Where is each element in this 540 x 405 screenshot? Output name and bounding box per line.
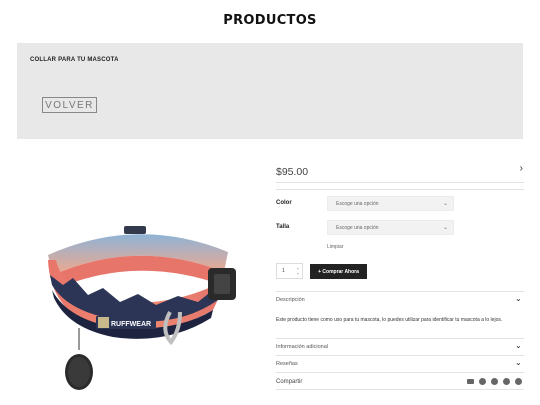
- pinterest-icon[interactable]: [515, 378, 522, 385]
- page-title: PRODUCTOS: [223, 13, 317, 28]
- banner-title: COLLAR PARA TU MASCOTA: [30, 57, 119, 63]
- accordion-description-title[interactable]: Descripción: [276, 297, 305, 303]
- color-select[interactable]: Escoge una opción ⌄: [327, 196, 454, 211]
- chevron-down-icon[interactable]: ⌄: [515, 341, 522, 350]
- divider: [276, 338, 524, 339]
- instagram-icon[interactable]: [503, 378, 510, 385]
- divider: [276, 372, 524, 373]
- buy-now-button[interactable]: + Comprar Ahora: [310, 264, 367, 279]
- chevron-down-icon[interactable]: ⌄: [515, 358, 522, 367]
- twitter-icon[interactable]: [491, 378, 498, 385]
- chevron-down-icon[interactable]: ⌄: [515, 294, 522, 303]
- divider: [276, 389, 524, 390]
- quantity-stepper[interactable]: 1 ˄ ˅: [276, 263, 303, 279]
- divider: [276, 355, 524, 356]
- product-price: $95.00: [276, 166, 309, 178]
- share-label: Compartir: [276, 379, 303, 385]
- accordion-additional-title[interactable]: Información adicional: [276, 344, 328, 350]
- mail-icon[interactable]: [467, 379, 474, 384]
- facebook-icon[interactable]: [479, 378, 486, 385]
- back-button[interactable]: VOLVER: [42, 97, 97, 113]
- brand-label: RUFFWEAR: [111, 321, 151, 328]
- clear-link[interactable]: Limpiar: [327, 244, 343, 250]
- chevron-right-icon[interactable]: ›: [520, 163, 523, 174]
- divider: [276, 291, 524, 292]
- size-select[interactable]: Escoge una opción ⌄: [327, 220, 454, 235]
- spinner-icon[interactable]: ˄ ˅: [297, 266, 299, 276]
- hero-banner: COLLAR PARA TU MASCOTA VOLVER: [17, 43, 523, 139]
- divider: [276, 182, 524, 183]
- option-label-color: Color: [276, 200, 292, 206]
- price-row: $95.00 ›: [276, 162, 524, 182]
- option-label-size: Talla: [276, 224, 290, 230]
- description-text: Este producto tiene como uso para tu mas…: [276, 317, 503, 323]
- product-image: RUFFWEAR: [28, 160, 253, 390]
- chevron-down-icon: ⌄: [442, 225, 448, 231]
- accordion-reviews-title[interactable]: Reseñas: [276, 361, 298, 367]
- chevron-down-icon: ⌄: [442, 201, 448, 207]
- divider: [276, 189, 524, 190]
